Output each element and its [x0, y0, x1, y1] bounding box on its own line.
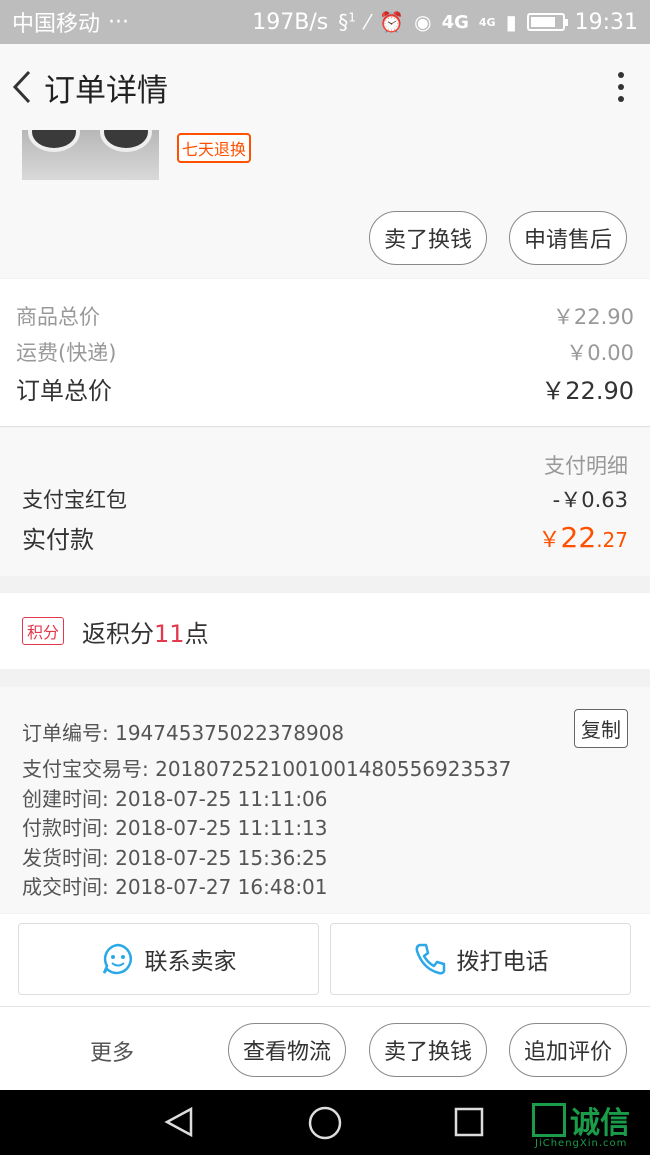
order-total-value: ￥22.90	[541, 377, 634, 405]
sell-for-cash-button[interactable]: 卖了换钱	[369, 211, 487, 265]
dot-icon	[618, 84, 624, 90]
goods-total-value: ￥22.90	[552, 305, 634, 329]
created-time: 创建时间: 2018-07-25 11:11:06	[22, 787, 328, 811]
alipay-trade-number: 支付宝交易号: 2018072521001001480556923537	[22, 757, 512, 781]
watermark-subtext: JiChengXin.com	[535, 1138, 628, 1149]
contact-seller-button[interactable]: 联系卖家	[18, 923, 319, 995]
apply-after-sale-button[interactable]: 申请售后	[509, 211, 627, 265]
points-reward: 积分 返积分11点	[0, 593, 650, 669]
shipping-label: 运费(快递)	[16, 341, 117, 365]
contact-section: 联系卖家 拨打电话	[0, 914, 650, 1006]
view-logistics-button[interactable]: 查看物流	[228, 1023, 346, 1077]
back-triangle-icon[interactable]	[163, 1106, 195, 1138]
network-type-small: 4G	[478, 15, 496, 29]
order-number: 订单编号: 194745375022378908	[22, 721, 345, 745]
call-phone-button[interactable]: 拨打电话	[330, 923, 631, 995]
payment-detail-link[interactable]: 支付明细	[544, 450, 628, 480]
points-text: 返积分11点	[82, 614, 209, 649]
net-speed: 197B/s	[252, 9, 329, 35]
redpack-value: -￥0.63	[552, 488, 628, 512]
system-nav-bar: 诚信 JiChengXin.com	[0, 1090, 650, 1155]
points-prefix: 返积分	[82, 619, 155, 648]
shipped-time: 发货时间: 2018-07-25 15:36:25	[22, 846, 328, 870]
dot-icon	[618, 96, 624, 102]
order-info: 订单编号: 194745375022378908 复制 支付宝交易号: 2018…	[0, 687, 650, 913]
back-button[interactable]	[2, 44, 42, 130]
watermark-box-icon	[532, 1103, 566, 1137]
status-dots: ···	[108, 9, 129, 35]
status-bar: 中国移动 ··· 197B/s §1 ⁄ ⏰ ◉ 4G 4G ▮ 19:31	[0, 0, 650, 44]
paid-time: 付款时间: 2018-07-25 11:11:13	[22, 816, 328, 840]
order-total-label: 订单总价	[16, 377, 112, 405]
page-title: 订单详情	[44, 72, 168, 109]
copy-button[interactable]: 复制	[574, 709, 628, 748]
completed-time: 成交时间: 2018-07-27 16:48:01	[22, 875, 328, 899]
seven-day-return-tag: 七天退换	[177, 133, 252, 163]
paid-amount-label: 实付款	[22, 526, 94, 554]
dot-icon	[618, 72, 624, 78]
add-review-button[interactable]: 追加评价	[509, 1023, 627, 1077]
chevron-left-icon	[12, 70, 31, 104]
mute-icon: ⁄	[365, 10, 370, 34]
shoe-shape	[100, 130, 152, 152]
product-image[interactable]	[22, 130, 159, 180]
paid-currency: ￥	[538, 528, 561, 553]
alarm-icon: ⏰	[379, 10, 405, 34]
recents-square-icon[interactable]	[453, 1106, 485, 1138]
shoe-shape	[28, 130, 80, 152]
home-circle-icon[interactable]	[307, 1106, 343, 1142]
network-type: 4G	[441, 11, 469, 33]
points-number: 11	[154, 619, 185, 648]
chat-icon	[102, 943, 132, 975]
battery-icon	[526, 13, 568, 31]
goods-total-label: 商品总价	[16, 305, 100, 329]
carrier-name: 中国移动	[12, 12, 101, 37]
more-menu-button[interactable]	[598, 44, 644, 130]
payment-details: 支付明细 支付宝红包 -￥0.63 实付款 ￥22.27	[0, 428, 650, 576]
redpack-label: 支付宝红包	[22, 488, 127, 512]
sync-icon: §1	[338, 10, 356, 34]
paid-amount-value: ￥22.27	[539, 521, 628, 554]
points-tag: 积分	[22, 617, 65, 645]
sell-for-cash-button-bottom[interactable]: 卖了换钱	[369, 1023, 487, 1077]
signal-icon: ▮	[505, 10, 517, 34]
eye-icon: ◉	[414, 10, 432, 34]
clock: 19:31	[574, 9, 638, 35]
watermark-logo: 诚信	[532, 1098, 630, 1142]
bottom-action-bar: 更多 查看物流 卖了换钱 追加评价	[0, 1006, 650, 1090]
shipping-value: ￥0.00	[566, 341, 634, 365]
phone-icon	[415, 943, 445, 975]
watermark-text: 诚信	[570, 1106, 630, 1141]
price-summary: 商品总价 ￥22.90 运费(快递) ￥0.00 订单总价 ￥22.90	[0, 279, 650, 427]
more-actions-link[interactable]: 更多	[90, 1035, 134, 1067]
contact-seller-label: 联系卖家	[144, 949, 237, 975]
paid-decimal: .27	[596, 528, 628, 552]
paid-integer: 22	[560, 521, 597, 554]
nav-bar: 订单详情	[0, 44, 650, 130]
sim-badge: 1	[348, 10, 356, 25]
call-phone-label: 拨打电话	[456, 949, 549, 975]
product-section: 七天退换 卖了换钱 申请售后	[0, 130, 650, 278]
points-suffix: 点	[184, 619, 209, 648]
